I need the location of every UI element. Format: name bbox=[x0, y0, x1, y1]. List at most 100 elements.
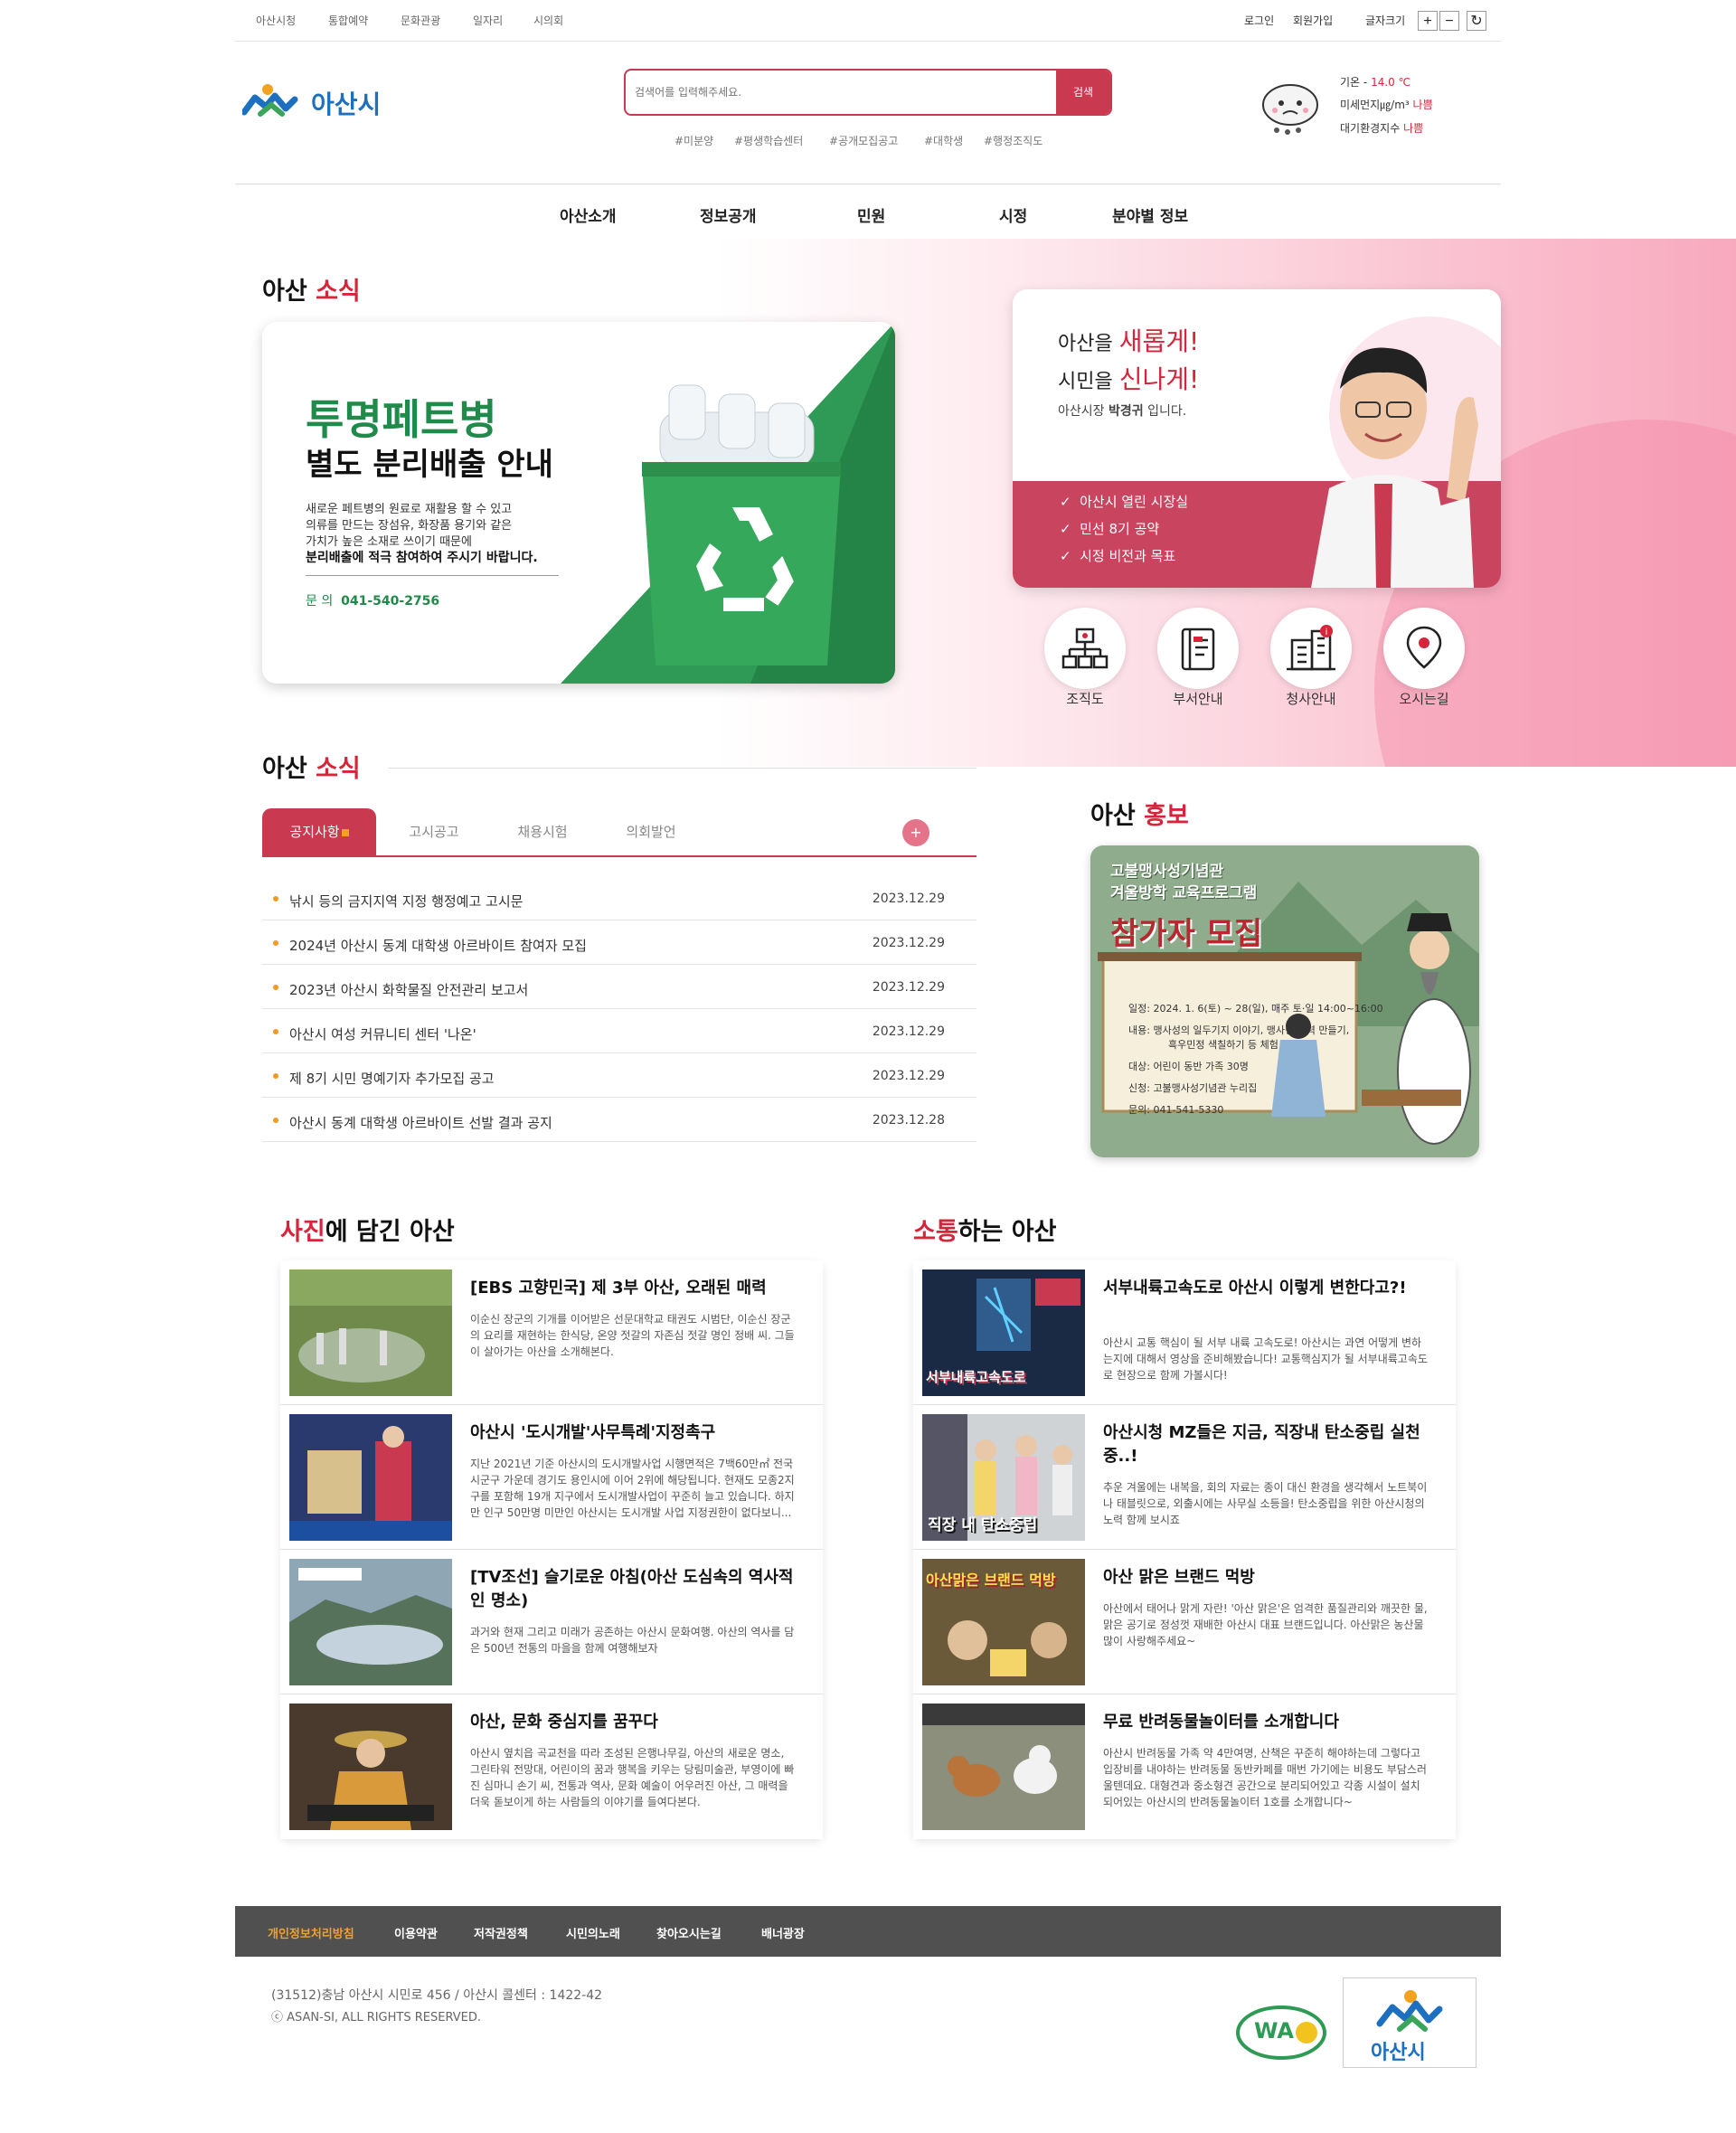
asan-logo-mark bbox=[241, 84, 298, 117]
promo-line-1: 고불맹사성기념관 bbox=[1110, 863, 1224, 881]
banner-body-emph: 분리배출에 적극 참여하여 주시기 바랍니다. bbox=[306, 551, 538, 565]
quick-label: 오시는길 bbox=[1399, 691, 1449, 707]
web-accessibility-mark-icon: WA bbox=[1234, 1998, 1328, 2062]
footer-link-directions[interactable]: 찾아오시는길 bbox=[656, 1924, 722, 1941]
photo-card[interactable]: 아산시 '도시개발'사무특례'지정촉구 지난 2021년 기준 아산시의 도시개… bbox=[280, 1405, 823, 1550]
tab-underline bbox=[262, 855, 976, 857]
promo-banner[interactable]: 고불맹사성기념관 겨울방학 교육프로그램 참가자 모집 일정: 2024. 1.… bbox=[1090, 845, 1479, 1157]
photo-card[interactable]: [TV조선] 슬기로운 아침(아산 도심속의 역사적인 명소) 과거와 현재 그… bbox=[280, 1550, 823, 1694]
nav-item-info[interactable]: 정보공개 bbox=[700, 203, 757, 226]
top-link-council[interactable]: 시의회 bbox=[533, 13, 563, 28]
quick-departments[interactable] bbox=[1157, 608, 1239, 689]
top-link-city[interactable]: 아산시청 bbox=[256, 13, 296, 28]
promo-contact: 문의: 041-541-5330 bbox=[1128, 1104, 1224, 1116]
mayor-card[interactable]: 아산을 새롭게! 시민을 신나게! 아산시장 박경귀 입니다. ✓ 아산시 열린… bbox=[1013, 289, 1501, 588]
mayor-link-pledges[interactable]: ✓ 민선 8기 공약 bbox=[1060, 519, 1159, 538]
video-thumbnail: 서부내륙고속도로 bbox=[922, 1269, 1085, 1396]
banner-body-line: 새로운 페트병의 원료로 재활용 할 수 있고 bbox=[306, 503, 513, 516]
new-badge bbox=[341, 829, 349, 836]
search-button[interactable]: 검색 bbox=[1056, 71, 1110, 114]
comm-card[interactable]: 직장 내 탄소중립 아산시청 MZ들은 지금, 직장내 탄소중립 실천중..! … bbox=[913, 1405, 1456, 1550]
banner-body-line: 의류를 만드는 장섬유, 화장품 용기와 같은 bbox=[306, 519, 513, 533]
video-thumbnail bbox=[922, 1704, 1085, 1830]
font-increase-button[interactable]: + bbox=[1418, 11, 1438, 31]
photo-card[interactable]: [EBS 고향민국] 제 3부 아산, 오래된 매력 이순신 장군의 기개를 이… bbox=[280, 1260, 823, 1405]
recycling-banner[interactable]: 투명페트병 별도 분리배출 안내 새로운 페트병의 원료로 재활용 할 수 있고… bbox=[262, 322, 895, 684]
comm-card-desc: 아산시 반려동물 가족 약 4만여명, 산책은 꾸준히 해야하는데 그렇다고 입… bbox=[1103, 1747, 1427, 1808]
video-thumbnail bbox=[289, 1269, 452, 1396]
login-link[interactable]: 로그인 bbox=[1244, 13, 1274, 28]
tab-recruitment[interactable]: 채용시험 bbox=[497, 808, 588, 855]
footer-link-song[interactable]: 시민의노래 bbox=[566, 1924, 620, 1941]
news-row[interactable]: 2023년 아산시 화학물질 안전관리 보고서 2023.12.29 bbox=[262, 965, 976, 1009]
quick-directions[interactable] bbox=[1383, 608, 1465, 689]
news-row[interactable]: 낚시 등의 금지지역 지정 행정예고 고시문 2023.12.29 bbox=[262, 876, 976, 920]
hashtag-link[interactable]: #대학생 bbox=[924, 133, 963, 148]
hashtag-link[interactable]: #행정조직도 bbox=[984, 133, 1043, 148]
photo-card-desc: 이순신 장군의 기개를 이어받은 선문대학교 태권도 시범단, 이순신 장군의 … bbox=[470, 1313, 795, 1358]
comm-card-desc: 추운 겨울에는 내복을, 회의 자료는 종이 대신 환경을 생각해서 노트북이나… bbox=[1103, 1481, 1428, 1526]
top-link-culture[interactable]: 문화관광 bbox=[401, 13, 440, 28]
top-link-jobs[interactable]: 일자리 bbox=[473, 13, 503, 28]
search-input[interactable] bbox=[635, 81, 1033, 103]
quick-label: 조직도 bbox=[1066, 691, 1104, 707]
comm-card[interactable]: 무료 반려동물놀이터를 소개합니다 아산시 반려동물 가족 약 4만여명, 산책… bbox=[913, 1694, 1456, 1839]
footer-link-banners[interactable]: 배너광장 bbox=[761, 1924, 805, 1941]
video-thumbnail: 아산맑은 브랜드 먹방 bbox=[922, 1559, 1085, 1685]
font-decrease-button[interactable]: − bbox=[1439, 11, 1459, 31]
hashtag-link[interactable]: #공개모집공고 bbox=[829, 133, 898, 148]
signup-link[interactable]: 회원가입 bbox=[1293, 13, 1333, 28]
photo-card-desc: 지난 2021년 기준 아산시의 도시개발사업 시행면적은 7백60만㎡ 전국 … bbox=[470, 1458, 795, 1519]
nav-item-civil[interactable]: 민원 bbox=[857, 203, 885, 226]
quick-org-chart[interactable] bbox=[1044, 608, 1126, 689]
tab-council-speech[interactable]: 의회발언 bbox=[606, 808, 696, 855]
org-chart-icon bbox=[1061, 628, 1109, 669]
location-pin-icon bbox=[1406, 626, 1442, 669]
mayor-link-vision[interactable]: ✓ 시정 비전과 목표 bbox=[1060, 546, 1175, 565]
svg-text:i: i bbox=[1326, 628, 1328, 637]
mayor-link-openoffice[interactable]: ✓ 아산시 열린 시장실 bbox=[1060, 492, 1188, 511]
comm-card-title: 무료 반려동물놀이터를 소개합니다 bbox=[1103, 1713, 1339, 1732]
quick-city-hall[interactable]: i bbox=[1270, 608, 1352, 689]
tab-announcements[interactable]: 고시공고 bbox=[389, 808, 479, 855]
video-thumbnail bbox=[289, 1414, 452, 1541]
font-reset-button[interactable]: ↻ bbox=[1467, 11, 1486, 31]
photo-card[interactable]: 아산, 문화 중심지를 꿈꾸다 아산시 옆치읍 곡교천을 따라 조성된 은행나무… bbox=[280, 1694, 823, 1839]
footer-link-privacy[interactable]: 개인정보처리방침 bbox=[268, 1924, 354, 1941]
tab-notices[interactable]: 공지사항 bbox=[262, 808, 376, 855]
logo-text: 아산시 bbox=[311, 90, 382, 119]
comm-card-desc: 아산시 교통 핵심이 될 서부 내륙 고속도로! 아산시는 과연 어떻게 변하는… bbox=[1103, 1336, 1428, 1382]
hashtag-link[interactable]: #평생학습센터 bbox=[734, 133, 803, 148]
comm-card[interactable]: 아산맑은 브랜드 먹방 아산 맑은 브랜드 먹방 아산에서 태어나 맑게 자란!… bbox=[913, 1550, 1456, 1694]
site-logo[interactable]: 아산시 bbox=[241, 81, 423, 127]
hashtag-link[interactable]: #미분양 bbox=[675, 133, 713, 148]
video-thumbnail bbox=[289, 1559, 452, 1685]
footer-link-copyright[interactable]: 저작권정책 bbox=[474, 1924, 528, 1941]
top-utility-bar: 아산시청 통합예약 문화관광 일자리 시의회 로그인 회원가입 글자크기 + −… bbox=[235, 0, 1501, 42]
news-row[interactable]: 아산시 여성 커뮤니티 센터 '나온' 2023.12.29 bbox=[262, 1009, 976, 1053]
weather-face-icon bbox=[1259, 76, 1322, 139]
bullet-icon bbox=[273, 896, 278, 901]
footer-link-terms[interactable]: 이용약관 bbox=[394, 1924, 438, 1941]
news-row[interactable]: 2024년 아산시 동계 대학생 아르바이트 참여자 모집 2023.12.29 bbox=[262, 920, 976, 965]
nav-item-fields[interactable]: 분야별 정보 bbox=[1112, 203, 1188, 226]
promo-headline: 참가자 모집 bbox=[1110, 916, 1263, 952]
news-row[interactable]: 아산시 동계 대학생 아르바이트 선발 결과 공지 2023.12.28 bbox=[262, 1098, 976, 1142]
photo-card-title: [EBS 고향민국] 제 3부 아산, 오래된 매력 bbox=[470, 1279, 767, 1298]
nav-item-about[interactable]: 아산소개 bbox=[560, 203, 617, 226]
nav-item-admin[interactable]: 시정 bbox=[999, 203, 1027, 226]
banner-divider bbox=[306, 575, 559, 576]
dust-value: 나쁨 bbox=[1412, 99, 1433, 111]
promo-apply: 신청: 고불맹사성기념관 누리집 bbox=[1128, 1082, 1258, 1094]
comm-card[interactable]: 서부내륙고속도로 서부내륙고속도로 아산시 이렇게 변한다고?! 아산시 교통 … bbox=[913, 1260, 1456, 1405]
banner-headline: 투명페트병 bbox=[306, 395, 497, 444]
bullet-icon bbox=[273, 985, 278, 990]
news-row[interactable]: 제 8기 시민 명예기자 추가모집 공고 2023.12.29 bbox=[262, 1053, 976, 1098]
top-link-reservation[interactable]: 통합예약 bbox=[328, 13, 368, 28]
promo-line-2: 겨울방학 교육프로그램 bbox=[1110, 884, 1258, 902]
banner-contact: 문 의 041-540-2756 bbox=[306, 594, 440, 609]
comm-card-desc: 아산에서 태어나 맑게 자란! '아산 맑은'은 엄격한 품질관리와 깨끗한 물… bbox=[1103, 1602, 1428, 1647]
footer-copyright: ⓒ ASAN-SI, ALL RIGHTS RESERVED. bbox=[271, 2011, 482, 2024]
news-more-button[interactable]: + bbox=[902, 819, 929, 846]
recycling-bin-icon bbox=[642, 384, 841, 665]
